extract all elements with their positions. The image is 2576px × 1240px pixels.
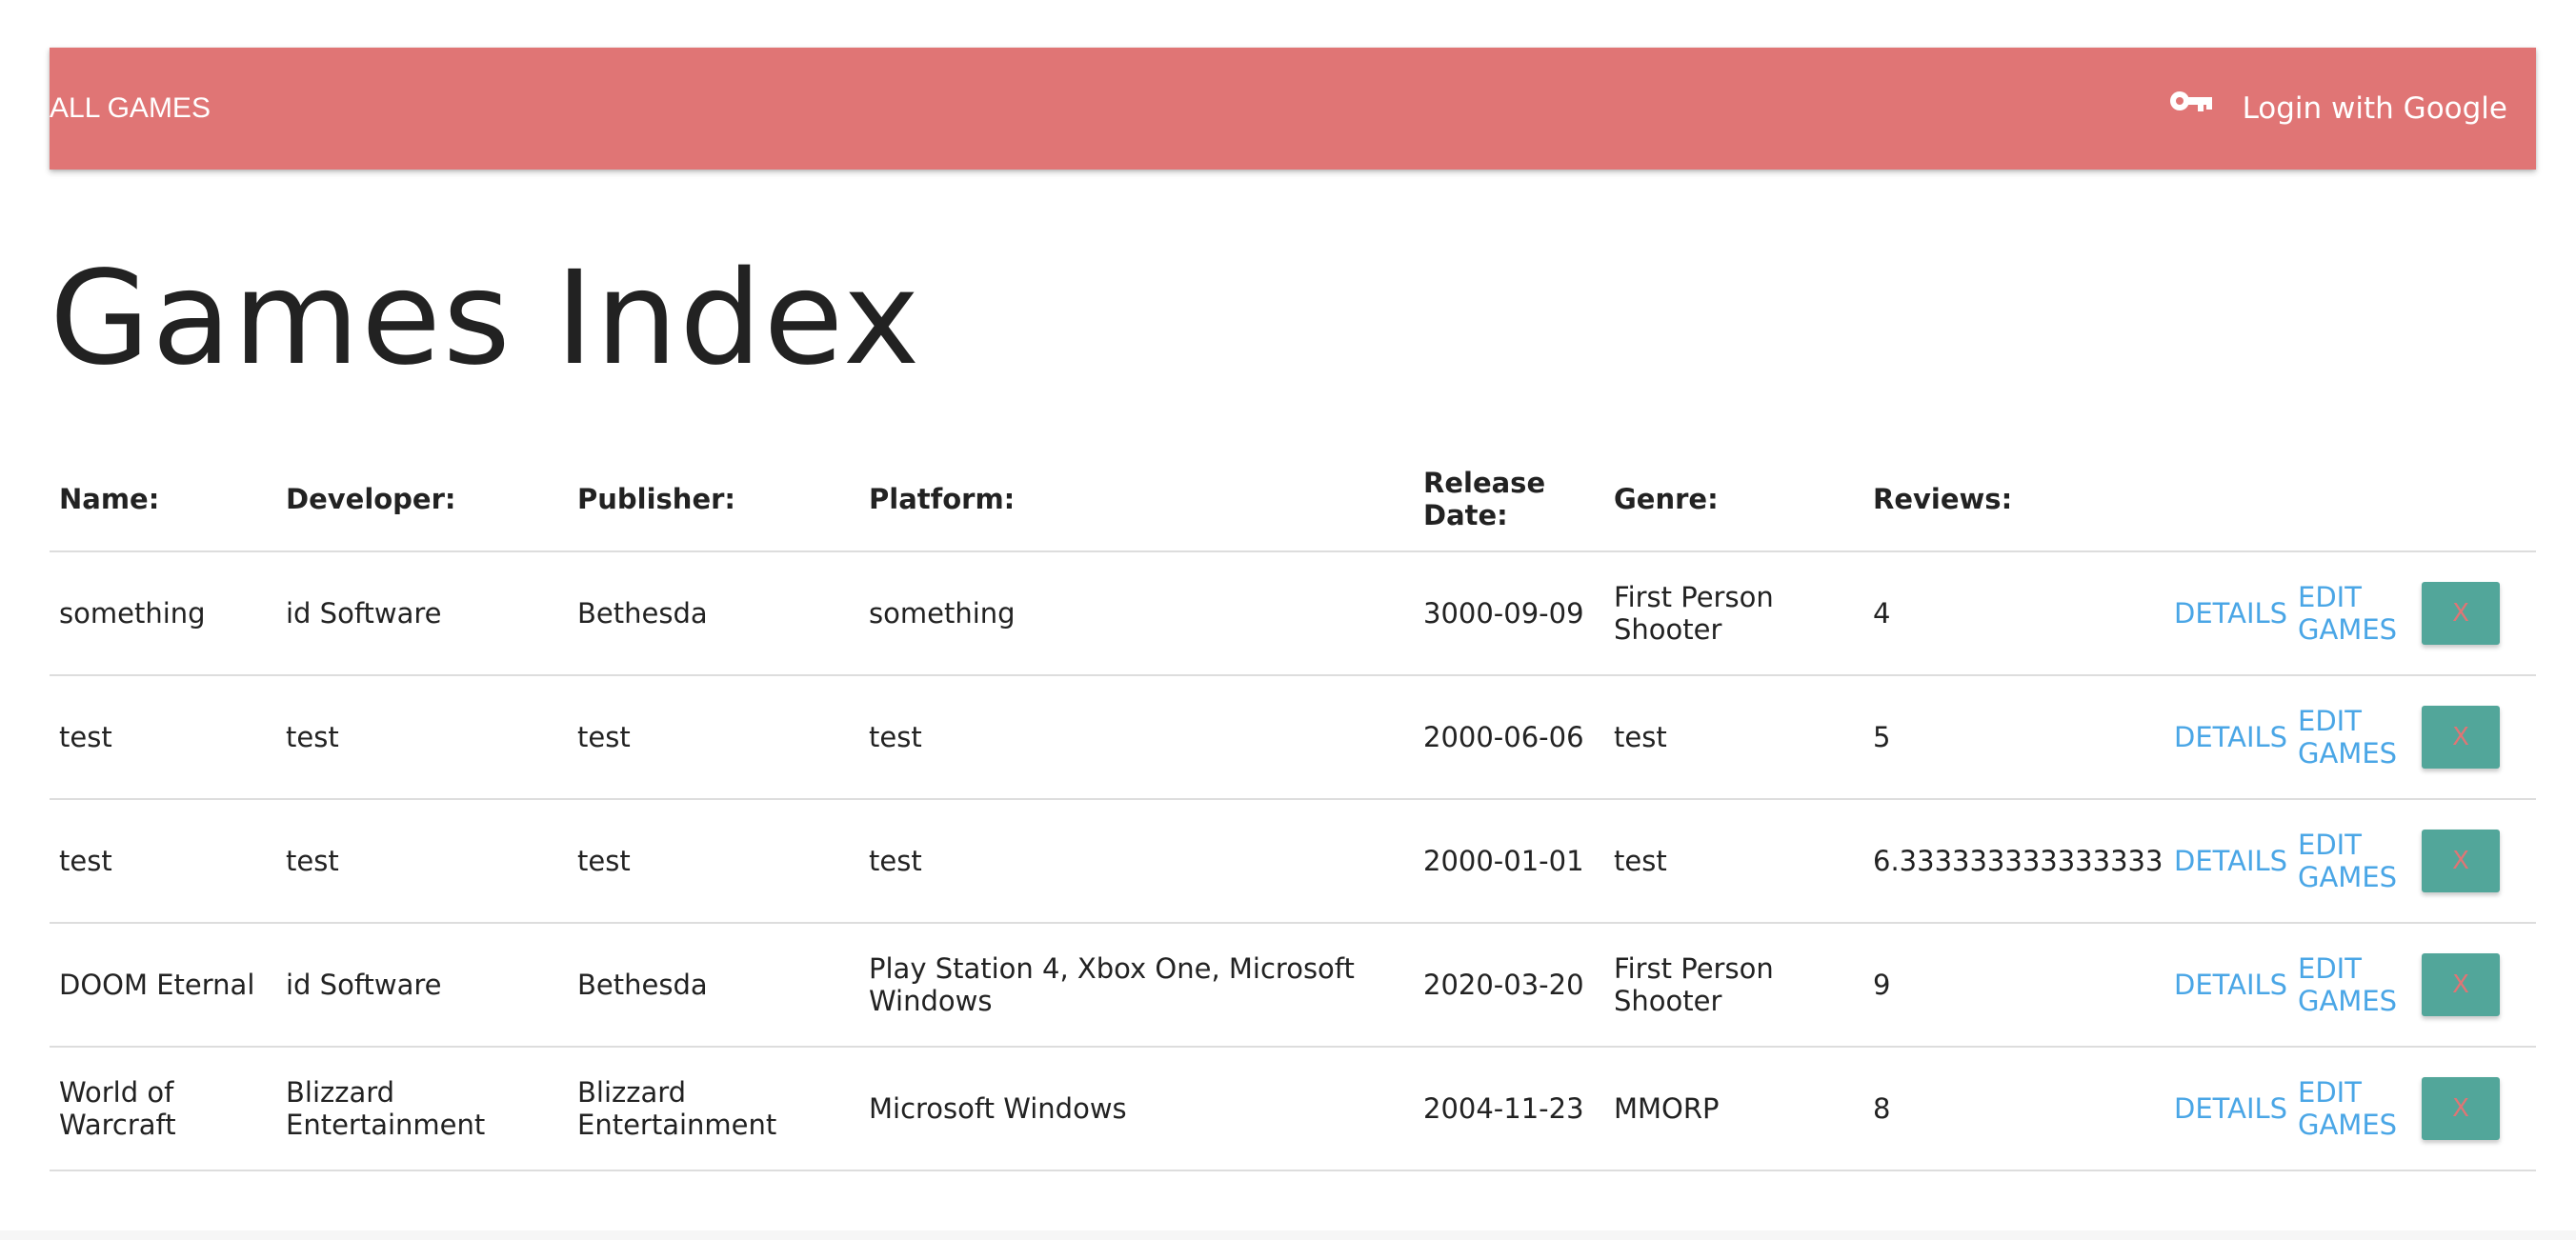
header-genre: Genre: xyxy=(1614,483,1719,515)
cell-genre: test xyxy=(1614,845,1667,877)
delete-cell: X xyxy=(2412,551,2536,675)
cell-reviews: 9 xyxy=(1873,969,1891,1001)
delete-cell: X xyxy=(2412,1047,2536,1170)
header-actions-spacer xyxy=(2288,448,2412,551)
cell-publisher: test xyxy=(577,721,631,753)
top-navbar: ALL GAMES Login with Google xyxy=(50,48,2536,170)
edit-games-link[interactable]: EDIT GAMES xyxy=(2298,581,2403,646)
all-games-link[interactable]: ALL GAMES xyxy=(50,48,211,170)
cell-platform: Microsoft Windows xyxy=(869,1092,1127,1125)
details-cell: DETAILS xyxy=(2164,675,2288,799)
page-title: Games Index xyxy=(50,244,922,394)
table-row: something id Software Bethesda something… xyxy=(50,551,2536,675)
cell-release-date: 2004-11-23 xyxy=(1423,1092,1584,1125)
login-with-google-button[interactable]: Login with Google xyxy=(2168,48,2507,170)
edit-cell: EDIT GAMES xyxy=(2288,551,2412,675)
cell-developer: id Software xyxy=(286,969,442,1001)
cell-release-date: 2000-01-01 xyxy=(1423,845,1584,877)
cell-reviews: 5 xyxy=(1873,721,1891,753)
cell-reviews: 6.333333333333333 xyxy=(1873,845,2163,877)
table-header-row: Name: Developer: Publisher: Platform: Re… xyxy=(50,448,2536,551)
details-link[interactable]: DETAILS xyxy=(2174,1092,2287,1125)
cell-genre: test xyxy=(1614,721,1667,753)
delete-button[interactable]: X xyxy=(2422,1077,2500,1140)
cell-genre: First Person Shooter xyxy=(1614,581,1774,646)
cell-platform: Play Station 4, Xbox One, Microsoft Wind… xyxy=(869,952,1355,1017)
header-actions-spacer xyxy=(2164,448,2288,551)
details-cell: DETAILS xyxy=(2164,799,2288,923)
cell-publisher: test xyxy=(577,845,631,877)
cell-reviews: 4 xyxy=(1873,597,1891,630)
cell-developer: test xyxy=(286,721,339,753)
cell-publisher: Bethesda xyxy=(577,597,708,630)
cell-name: something xyxy=(59,597,206,630)
cell-publisher: Bethesda xyxy=(577,969,708,1001)
delete-button[interactable]: X xyxy=(2422,953,2500,1016)
edit-games-link[interactable]: EDIT GAMES xyxy=(2298,952,2403,1017)
details-cell: DETAILS xyxy=(2164,551,2288,675)
games-table: Name: Developer: Publisher: Platform: Re… xyxy=(50,448,2536,1171)
edit-games-link[interactable]: EDIT GAMES xyxy=(2298,829,2403,893)
edit-cell: EDIT GAMES xyxy=(2288,675,2412,799)
delete-cell: X xyxy=(2412,675,2536,799)
header-reviews: Reviews: xyxy=(1873,483,2013,515)
cell-developer: test xyxy=(286,845,339,877)
cell-name: DOOM Eternal xyxy=(59,969,255,1001)
header-release-date: Release Date: xyxy=(1423,467,1546,531)
edit-cell: EDIT GAMES xyxy=(2288,923,2412,1047)
cell-publisher: Blizzard Entertainment xyxy=(577,1076,777,1141)
table-row: DOOM Eternal id Software Bethesda Play S… xyxy=(50,923,2536,1047)
cell-release-date: 2000-06-06 xyxy=(1423,721,1584,753)
delete-cell: X xyxy=(2412,799,2536,923)
cell-platform: test xyxy=(869,845,922,877)
key-icon xyxy=(2169,91,2212,111)
edit-games-link[interactable]: EDIT GAMES xyxy=(2298,1076,2403,1141)
header-platform: Platform: xyxy=(869,483,1016,515)
edit-cell: EDIT GAMES xyxy=(2288,1047,2412,1170)
table-row: World of Warcraft Blizzard Entertainment… xyxy=(50,1047,2536,1170)
header-name: Name: xyxy=(59,483,160,515)
details-link[interactable]: DETAILS xyxy=(2174,969,2287,1001)
cell-platform: something xyxy=(869,597,1016,630)
table-row: test test test test 2000-01-01 test 6.33… xyxy=(50,799,2536,923)
details-link[interactable]: DETAILS xyxy=(2174,597,2287,630)
cell-name: test xyxy=(59,721,112,753)
cell-release-date: 2020-03-20 xyxy=(1423,969,1584,1001)
cell-genre: MMORP xyxy=(1614,1092,1720,1125)
delete-button[interactable]: X xyxy=(2422,706,2500,769)
edit-cell: EDIT GAMES xyxy=(2288,799,2412,923)
cell-reviews: 8 xyxy=(1873,1092,1891,1125)
header-publisher: Publisher: xyxy=(577,483,736,515)
cell-developer: Blizzard Entertainment xyxy=(286,1076,486,1141)
cell-name: World of Warcraft xyxy=(59,1076,176,1141)
edit-games-link[interactable]: EDIT GAMES xyxy=(2298,705,2403,770)
delete-button[interactable]: X xyxy=(2422,830,2500,892)
header-developer: Developer: xyxy=(286,483,456,515)
header-actions-spacer xyxy=(2412,448,2536,551)
details-cell: DETAILS xyxy=(2164,923,2288,1047)
cell-name: test xyxy=(59,845,112,877)
page-bottom-edge xyxy=(0,1230,2576,1240)
cell-release-date: 3000-09-09 xyxy=(1423,597,1584,630)
cell-genre: First Person Shooter xyxy=(1614,952,1774,1017)
details-cell: DETAILS xyxy=(2164,1047,2288,1170)
cell-platform: test xyxy=(869,721,922,753)
table-row: test test test test 2000-06-06 test 5 DE… xyxy=(50,675,2536,799)
details-link[interactable]: DETAILS xyxy=(2174,845,2287,877)
cell-developer: id Software xyxy=(286,597,442,630)
login-label: Login with Google xyxy=(2242,91,2507,126)
delete-button[interactable]: X xyxy=(2422,582,2500,645)
details-link[interactable]: DETAILS xyxy=(2174,721,2287,753)
delete-cell: X xyxy=(2412,923,2536,1047)
